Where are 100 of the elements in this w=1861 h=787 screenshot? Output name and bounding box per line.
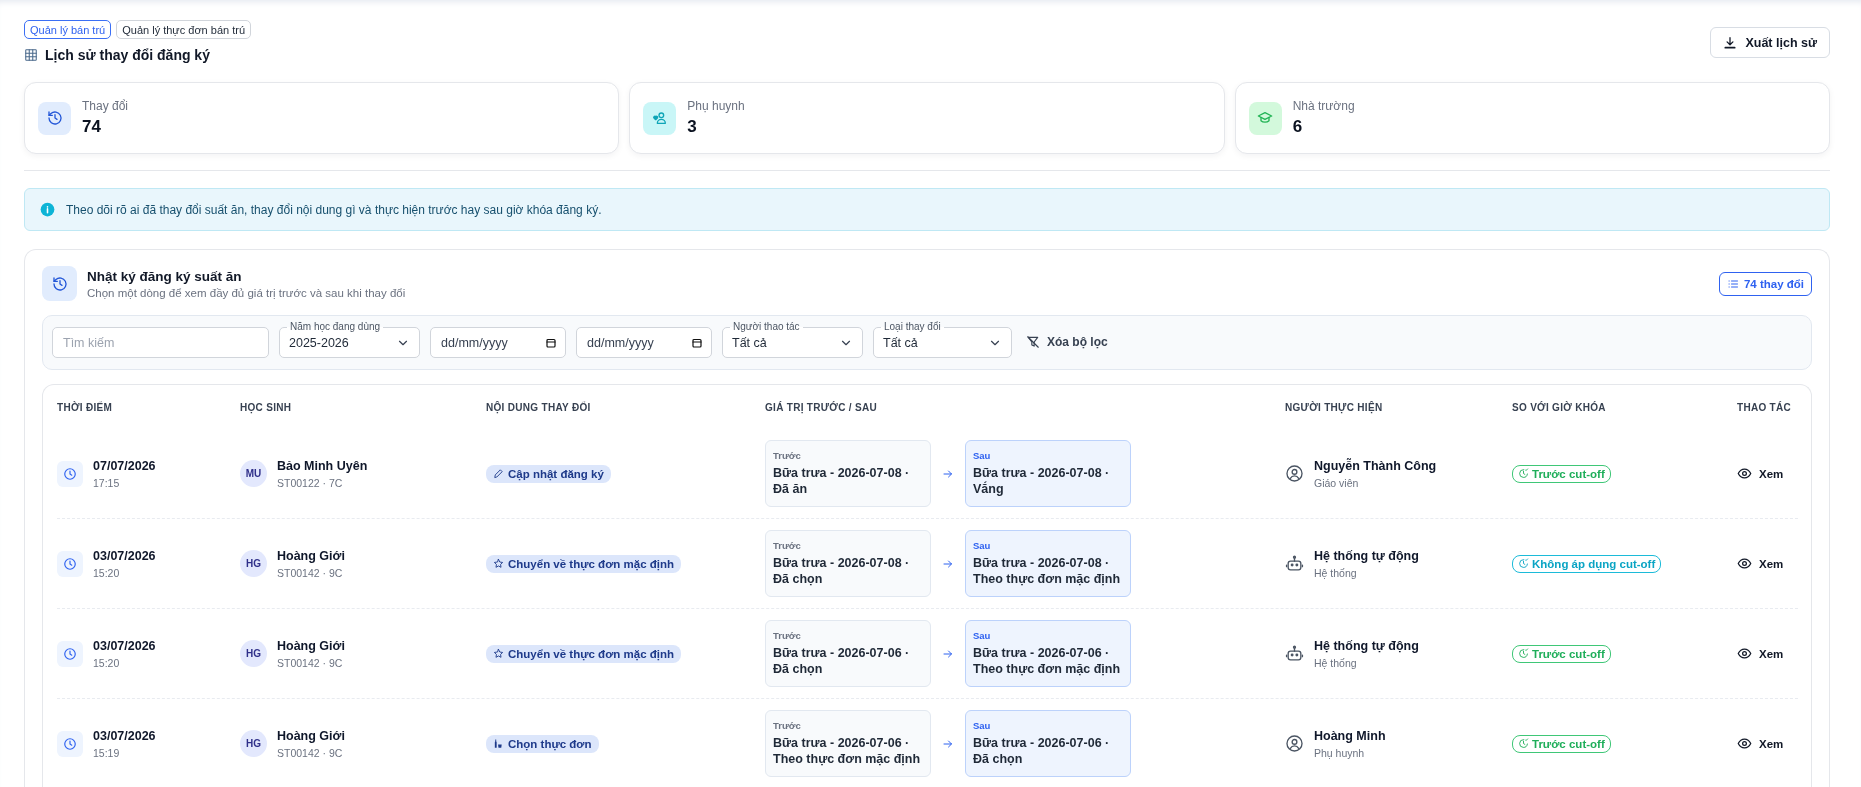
clear-filter-button[interactable]: Xóa bộ lọc bbox=[1022, 335, 1112, 349]
before-value: Bữa trưa - 2026-07-06 · Đã chọn bbox=[773, 645, 911, 677]
clock-icon bbox=[63, 646, 77, 661]
date-text: 03/07/2026 bbox=[93, 728, 156, 743]
school-year-select[interactable]: Năm học đang dùng 2025-2026 bbox=[279, 320, 420, 358]
avatar: MU bbox=[240, 460, 267, 487]
student-name: Hoàng Giới bbox=[277, 638, 345, 653]
actor-name: Hệ thống tự động bbox=[1314, 548, 1419, 563]
section-title: Nhật ký đăng ký suất ăn bbox=[87, 268, 243, 284]
date-text: 03/07/2026 bbox=[93, 548, 156, 563]
after-label: Sau bbox=[973, 540, 992, 551]
pencil-icon bbox=[493, 468, 504, 479]
after-value: Bữa trưa - 2026-07-06 · Theo thực đơn mặc định bbox=[973, 645, 1122, 677]
view-button[interactable]: Xem bbox=[1737, 646, 1784, 661]
history-icon bbox=[46, 110, 63, 126]
column-header: THỜI ĐIỂM bbox=[57, 401, 114, 413]
avatar: HG bbox=[240, 640, 267, 667]
change-label: Cập nhật đăng ký bbox=[508, 467, 604, 480]
before-label: Trước bbox=[773, 450, 802, 461]
actor-role: Phụ huynh bbox=[1314, 746, 1366, 759]
clock-check-icon bbox=[1518, 558, 1529, 569]
column-header: GIÁ TRỊ TRƯỚC / SAU bbox=[765, 401, 878, 413]
change-label: Chọn thực đơn bbox=[508, 737, 592, 750]
star-icon bbox=[493, 648, 504, 659]
cutoff-label: Trước cut-off bbox=[1532, 467, 1605, 480]
arrow-right-icon bbox=[942, 467, 954, 480]
change-type-select[interactable]: Loại thay đổi Tất cả bbox=[873, 320, 1012, 358]
after-value: Bữa trưa - 2026-07-08 · Vắng bbox=[973, 465, 1111, 497]
avatar: HG bbox=[240, 730, 267, 757]
person-heart-icon bbox=[651, 110, 668, 126]
drink-icon bbox=[493, 738, 504, 749]
list-icon bbox=[1726, 277, 1739, 290]
export-button[interactable]: Xuất lịch sử bbox=[1710, 27, 1830, 58]
arrow-right-icon bbox=[942, 557, 954, 570]
cutoff-label: Không áp dụng cut-off bbox=[1532, 557, 1656, 570]
time-text: 17:15 bbox=[93, 476, 121, 489]
date-field[interactable]: dd/mm/yyyy bbox=[430, 327, 566, 358]
clock-check-icon bbox=[1518, 648, 1529, 659]
avatar: HG bbox=[240, 550, 267, 577]
actor-name: Hoàng Minh bbox=[1314, 728, 1386, 743]
eye-icon bbox=[1737, 556, 1752, 571]
star-icon bbox=[493, 558, 504, 569]
student-code: ST00142 · 9C bbox=[277, 746, 344, 759]
stat-label: Nhà trường bbox=[1292, 99, 1355, 113]
before-label: Trước bbox=[773, 630, 802, 641]
actor-name: Hệ thống tự động bbox=[1314, 638, 1419, 653]
clock-icon bbox=[63, 466, 77, 481]
eye-icon bbox=[1737, 646, 1752, 661]
view-button[interactable]: Xem bbox=[1737, 556, 1784, 571]
calendar-icon bbox=[691, 337, 703, 349]
search-field[interactable]: Tìm kiếm bbox=[52, 327, 269, 358]
before-value: Bữa trưa - 2026-07-08 · Đã chọn bbox=[773, 555, 911, 587]
column-header: NỘI DUNG THAY ĐỔI bbox=[486, 401, 592, 413]
tab[interactable]: Quản lý thực đơn bán trú bbox=[116, 20, 252, 39]
before-label: Trước bbox=[773, 540, 802, 551]
student-name: Bảo Minh Uyên bbox=[277, 458, 368, 473]
actor-name: Nguyễn Thành Công bbox=[1314, 458, 1437, 473]
user-icon bbox=[1285, 464, 1304, 483]
time-text: 15:20 bbox=[93, 566, 121, 579]
eye-icon bbox=[1737, 466, 1752, 481]
actor-role: Giáo viên bbox=[1314, 476, 1360, 489]
info-icon bbox=[40, 202, 55, 217]
view-button[interactable]: Xem bbox=[1737, 736, 1784, 751]
stat-label: Phụ huynh bbox=[687, 99, 745, 113]
cutoff-label: Trước cut-off bbox=[1532, 647, 1605, 660]
after-label: Sau bbox=[973, 630, 992, 641]
date-field[interactable]: dd/mm/yyyy bbox=[576, 327, 712, 358]
graduation-cap-icon bbox=[1257, 110, 1274, 126]
clock-check-icon bbox=[1518, 468, 1529, 479]
view-button[interactable]: Xem bbox=[1737, 466, 1784, 481]
student-name: Hoàng Giới bbox=[277, 548, 345, 563]
student-code: ST00142 · 9C bbox=[277, 566, 344, 579]
actor-role: Hệ thống bbox=[1314, 566, 1358, 579]
change-count-button[interactable]: 74 thay đổi bbox=[1718, 271, 1812, 296]
change-label: Chuyển về thực đơn mặc định bbox=[508, 647, 675, 660]
arrow-right-icon bbox=[942, 647, 954, 660]
table-icon bbox=[24, 48, 38, 62]
clock-icon bbox=[63, 556, 77, 571]
after-label: Sau bbox=[973, 720, 992, 731]
calendar-icon bbox=[545, 337, 557, 349]
filter-off-icon bbox=[1026, 335, 1040, 349]
after-value: Bữa trưa - 2026-07-06 · Đã chọn bbox=[973, 735, 1111, 767]
column-header: NGƯỜI THỰC HIỆN bbox=[1285, 401, 1384, 413]
student-code: ST00122 · 7C bbox=[277, 476, 344, 489]
tab[interactable]: Quản lý bán trú bbox=[24, 20, 112, 39]
after-value: Bữa trưa - 2026-07-08 · Theo thực đơn mặc định bbox=[973, 555, 1122, 587]
robot-icon bbox=[1285, 554, 1304, 573]
stat-value: 3 bbox=[687, 117, 698, 137]
section-subtitle: Chọn một dòng để xem đầy đủ giá trị trước và sau khi thay đổi bbox=[87, 286, 407, 299]
stat-value: 74 bbox=[82, 117, 102, 137]
info-text: Theo dõi rõ ai đã thay đổi suất ăn, thay đổi nội dung gì và thực hiện trước hay sau giờ khóa đăng ký. bbox=[66, 202, 602, 217]
actor-select[interactable]: Người thao tác Tất cả bbox=[722, 320, 863, 358]
before-label: Trước bbox=[773, 720, 802, 731]
stat-value: 6 bbox=[1292, 117, 1304, 137]
eye-icon bbox=[1737, 736, 1752, 751]
student-name: Hoàng Giới bbox=[277, 728, 345, 743]
clock-check-icon bbox=[1518, 738, 1529, 749]
arrow-right-icon bbox=[942, 737, 954, 750]
user-icon bbox=[1285, 734, 1304, 753]
stat-label: Thay đổi bbox=[82, 99, 129, 113]
